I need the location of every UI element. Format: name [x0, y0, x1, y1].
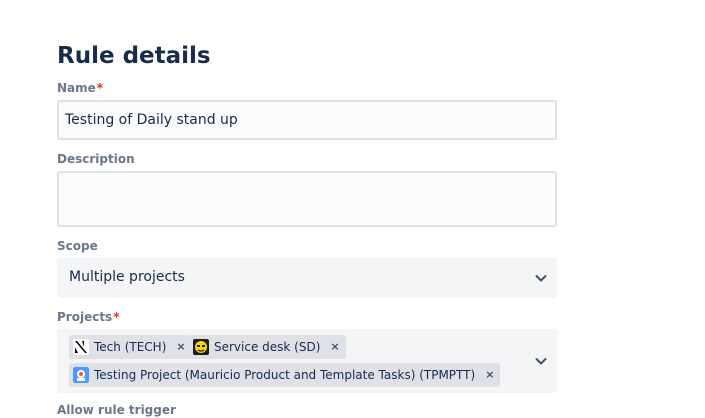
name-input[interactable]: [57, 100, 557, 140]
project-tag-label: Service desk (SD): [214, 340, 321, 354]
scope-select-value: Multiple projects: [69, 269, 185, 285]
required-indicator: *: [113, 310, 120, 324]
description-label: Description: [57, 152, 135, 166]
required-indicator: *: [96, 81, 104, 95]
description-input[interactable]: [57, 171, 557, 227]
service-desk-avatar-icon: [193, 339, 209, 355]
scope-label: Scope: [57, 239, 98, 253]
project-tag-label: Tech (TECH): [94, 340, 167, 354]
scope-select[interactable]: Multiple projects: [57, 258, 557, 298]
chevron-down-icon: [535, 358, 547, 365]
project-tag-label: Testing Project (Mauricio Product and Te…: [94, 368, 476, 382]
remove-tag-button[interactable]: ×: [485, 367, 494, 383]
name-label: Name*: [57, 80, 103, 96]
project-tag-service-desk: Service desk (SD) ×: [189, 335, 346, 359]
tech-project-avatar-icon: [73, 339, 89, 355]
remove-tag-button[interactable]: ×: [176, 339, 185, 355]
projects-label: Projects*: [57, 309, 119, 325]
testing-project-avatar-icon: [73, 367, 89, 383]
projects-label-text: Projects: [57, 310, 113, 324]
page-title: Rule details: [57, 43, 211, 69]
projects-multi-select[interactable]: Tech (TECH) × Service desk (SD) × Testin…: [57, 329, 557, 393]
chevron-down-icon: [535, 275, 547, 282]
name-label-text: Name: [57, 81, 96, 95]
remove-tag-button[interactable]: ×: [330, 339, 339, 355]
project-tag-tech: Tech (TECH) ×: [69, 335, 192, 359]
allow-rule-trigger-label: Allow rule trigger: [57, 403, 176, 417]
project-tag-testing-project: Testing Project (Mauricio Product and Te…: [69, 363, 501, 387]
